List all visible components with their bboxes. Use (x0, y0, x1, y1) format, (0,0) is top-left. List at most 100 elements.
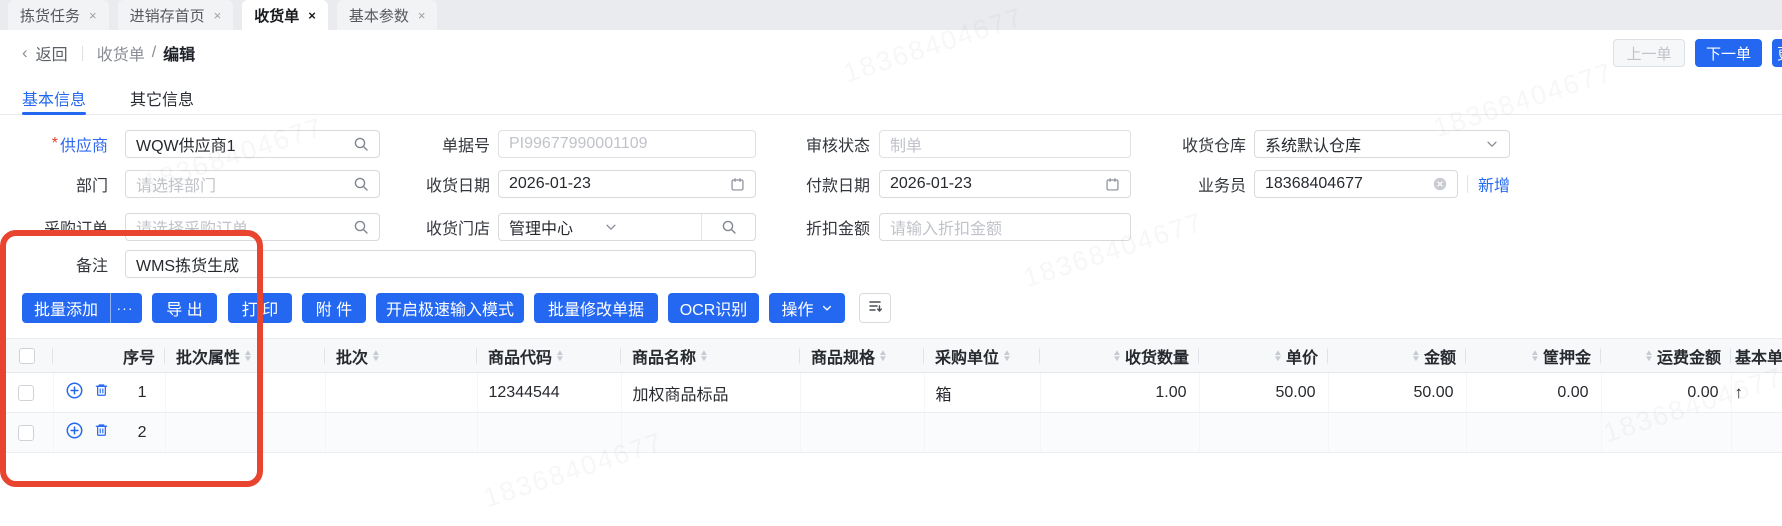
freight-cell[interactable]: 0.00 (1601, 372, 1732, 413)
product-spec-cell[interactable] (800, 372, 925, 413)
window-tab-inventory-home[interactable]: 进销存首页 × (117, 0, 234, 30)
sort-icon[interactable]: ▲ ▼ (1273, 348, 1283, 362)
base-unit-cell (1731, 412, 1782, 453)
prev-order-button[interactable]: 上一单 (1613, 39, 1685, 67)
close-icon[interactable]: × (418, 9, 426, 22)
unit-price-cell[interactable]: 50.00 (1199, 372, 1329, 413)
header-basket-deposit[interactable]: ▲ ▼ 筐押金 (1466, 338, 1601, 373)
column-settings-button[interactable] (859, 293, 891, 323)
window-tab-receipt[interactable]: 收货单 × (242, 0, 328, 30)
supplier-label: * 供应商 (51, 135, 108, 155)
next-order-button[interactable]: 下一单 (1695, 39, 1762, 67)
header-amount[interactable]: ▲ ▼ 金额 (1328, 338, 1466, 373)
sort-icon[interactable]: ▲ ▼ (878, 348, 888, 362)
search-icon[interactable] (353, 136, 369, 152)
add-salesman-link[interactable]: 新增 (1478, 172, 1510, 196)
warehouse-select[interactable]: 系统默认仓库 (1254, 130, 1510, 158)
salesman-input[interactable]: 18368404677 (1254, 170, 1458, 198)
ocr-button[interactable]: OCR识别 (668, 293, 759, 323)
basket-deposit-cell[interactable] (1466, 412, 1602, 453)
header-product-name[interactable]: 商品名称 ▲ ▼ (621, 338, 800, 373)
purchase-unit-cell[interactable]: 箱 (924, 372, 1041, 413)
header-product-spec[interactable]: 商品规格 ▲ ▼ (800, 338, 924, 373)
header-unit-price[interactable]: ▲ ▼ 单价 (1199, 338, 1328, 373)
batch-attr-cell[interactable] (165, 372, 326, 413)
row-checkbox[interactable] (18, 384, 35, 401)
receive-qty-cell[interactable] (1040, 412, 1200, 453)
export-button[interactable]: 导 出 (152, 293, 217, 323)
supplier-input[interactable]: WQW供应商1 (125, 130, 380, 158)
product-code-cell[interactable] (477, 412, 622, 453)
window-tab-picking-task[interactable]: 拣货任务 × (8, 0, 109, 30)
header-receive-qty[interactable]: ▲ ▼ 收货数量 (1040, 338, 1199, 373)
batch-edit-button[interactable]: 批量修改单据 (534, 293, 658, 323)
search-icon[interactable] (353, 176, 369, 192)
add-row-icon[interactable] (66, 422, 83, 444)
tab-label: 基本参数 (348, 7, 409, 25)
purchase-order-input[interactable]: 请选择采购订单 (125, 213, 380, 241)
sort-icon[interactable]: ▲ ▼ (1530, 348, 1540, 362)
amount-cell[interactable] (1328, 412, 1467, 453)
basket-deposit-cell[interactable]: 0.00 (1466, 372, 1602, 413)
receipt-edit-page: 18368404677 18368404677 18368404677 1836… (0, 0, 1782, 526)
discount-input[interactable]: 请输入折扣金额 (879, 213, 1131, 241)
header-batch[interactable]: 批次 ▲ ▼ (325, 338, 477, 373)
more-actions-button-clipped[interactable]: 更多 (1772, 39, 1782, 67)
freight-cell[interactable] (1601, 412, 1732, 453)
header-batch-attr[interactable]: 批次属性 ▲ ▼ (165, 338, 325, 373)
receive-qty-cell[interactable]: 1.00 (1040, 372, 1200, 413)
calendar-icon[interactable] (1105, 177, 1120, 192)
unit-price-cell[interactable] (1199, 412, 1329, 453)
pay-date-input[interactable]: 2026-01-23 (879, 170, 1131, 198)
receive-date-label: 收货日期 (425, 178, 490, 195)
product-name-cell[interactable] (621, 412, 801, 453)
receive-date-input[interactable]: 2026-01-23 (498, 170, 756, 198)
speed-input-mode-button[interactable]: 开启极速输入模式 (376, 293, 524, 323)
product-spec-cell[interactable] (800, 412, 925, 453)
close-icon[interactable]: × (89, 9, 97, 22)
window-tab-basic-params[interactable]: 基本参数 × (336, 0, 438, 30)
sort-icon[interactable]: ▲ ▼ (243, 348, 253, 362)
row-checkbox[interactable] (18, 424, 35, 441)
header-purchase-unit[interactable]: 采购单位 ▲ ▼ (924, 338, 1040, 373)
header-product-code[interactable]: 商品代码 ▲ ▼ (477, 338, 621, 373)
receive-store-select[interactable]: 管理中心 (499, 214, 701, 240)
product-code-cell[interactable]: 12344544 (477, 372, 622, 413)
sort-icon[interactable]: ▲ ▼ (699, 348, 709, 362)
sort-icon[interactable]: ▲ ▼ (1411, 348, 1421, 362)
delete-row-icon[interactable] (94, 422, 109, 443)
search-icon[interactable] (353, 219, 369, 235)
batch-cell[interactable] (325, 372, 478, 413)
receive-store-search-button[interactable] (701, 214, 755, 240)
batch-add-more-button[interactable]: ··· (110, 293, 139, 323)
department-input[interactable]: 请选择部门 (125, 170, 380, 198)
close-icon[interactable]: × (214, 9, 222, 22)
add-row-icon[interactable] (66, 382, 83, 404)
amount-cell[interactable]: 50.00 (1328, 372, 1467, 413)
back-button[interactable]: 返回 (36, 41, 68, 65)
batch-add-button[interactable]: 批量添加 (22, 296, 110, 320)
sort-icon[interactable]: ▲ ▼ (1002, 348, 1012, 362)
operate-dropdown-button[interactable]: 操作 (769, 293, 845, 323)
remark-input[interactable]: WMS拣货生成 (125, 250, 756, 278)
tab-label: 收货单 (254, 7, 300, 25)
sort-icon[interactable]: ▲ ▼ (1112, 348, 1122, 362)
purchase-unit-cell[interactable] (924, 412, 1041, 453)
select-all-checkbox[interactable] (18, 347, 35, 364)
tab-basic-info[interactable]: 基本信息 (22, 82, 87, 115)
batch-attr-cell[interactable] (165, 412, 326, 453)
batch-cell[interactable] (325, 412, 478, 453)
attachment-button[interactable]: 附 件 (302, 293, 366, 323)
sort-icon[interactable]: ▲ ▼ (1644, 348, 1654, 362)
print-button[interactable]: 打 印 (228, 293, 292, 323)
page-header: ‹ 返回 收货单 / 编辑 上一单 下一单 更多 (0, 36, 1782, 70)
sort-icon[interactable]: ▲ ▼ (555, 348, 565, 362)
product-name-cell[interactable]: 加权商品标品 (621, 372, 801, 413)
delete-row-icon[interactable] (94, 382, 109, 403)
tab-other-info[interactable]: 其它信息 (130, 82, 194, 114)
sort-icon[interactable]: ▲ ▼ (371, 348, 381, 362)
clear-icon[interactable] (1433, 177, 1447, 191)
calendar-icon[interactable] (730, 177, 745, 192)
close-icon[interactable]: × (308, 9, 316, 22)
header-freight[interactable]: ▲ ▼ 运费金额 (1601, 338, 1731, 373)
